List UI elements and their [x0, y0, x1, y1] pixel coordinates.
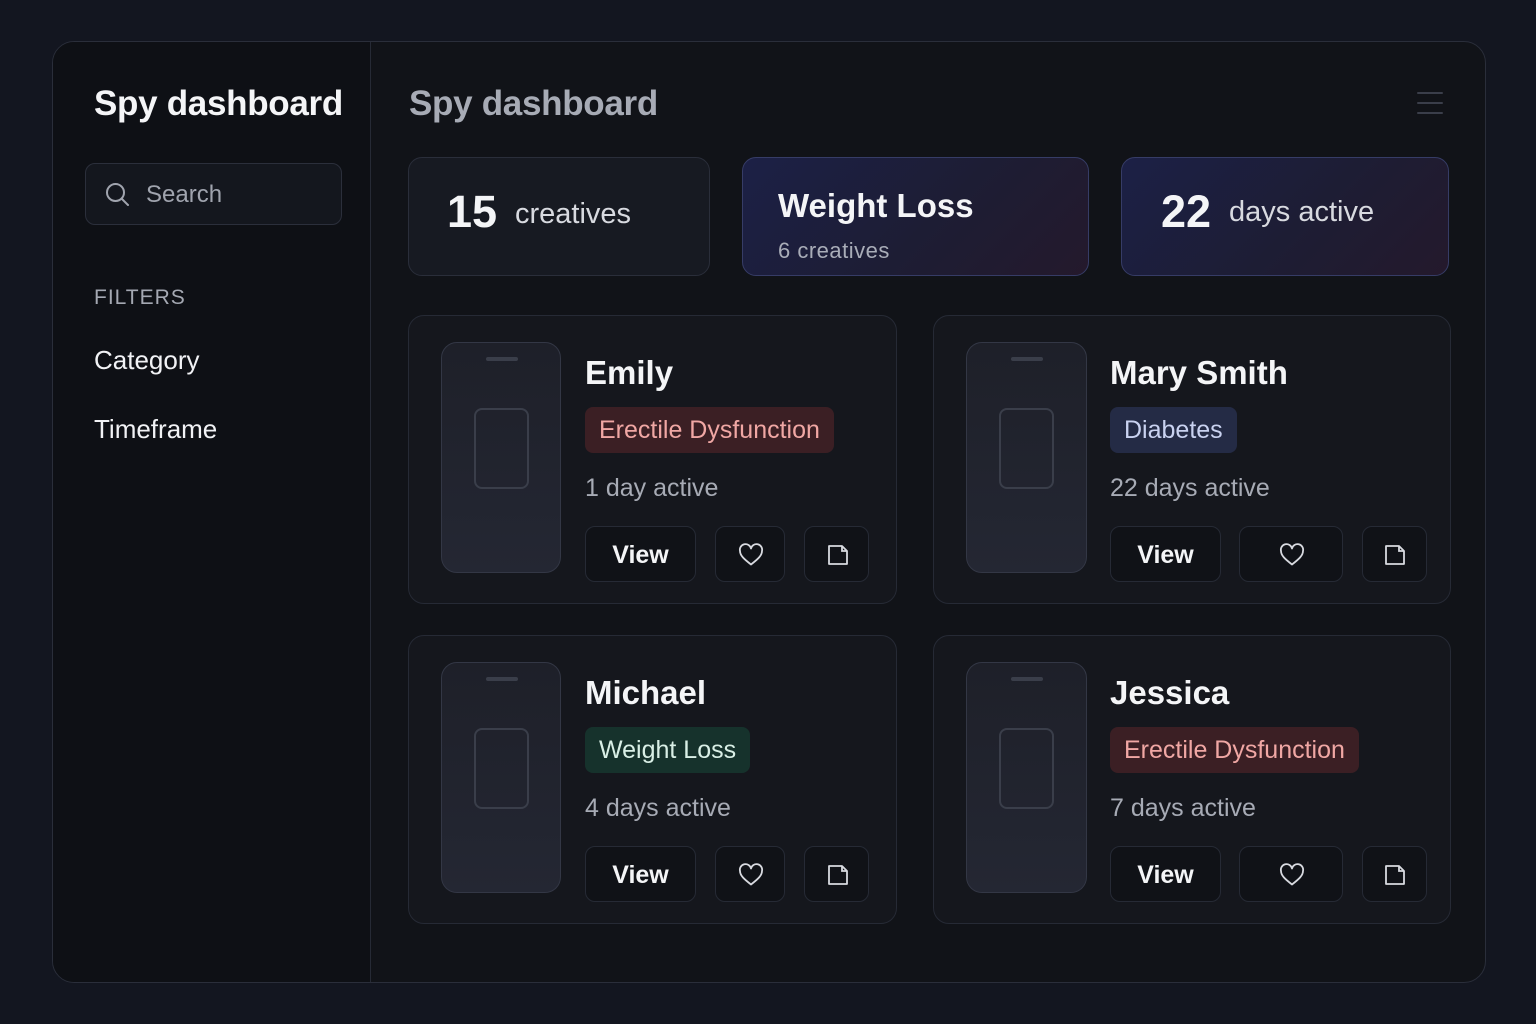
phone-preview[interactable]	[966, 662, 1087, 893]
view-button-label: View	[612, 541, 669, 569]
stat-creatives: 15 creatives	[408, 157, 710, 276]
days-active: 7 days active	[1110, 794, 1256, 822]
creative-card: Jessica Erectile Dysfunction 7 days acti…	[933, 635, 1451, 924]
sidebar: Spy dashboard FILTERS Category Timeframe	[53, 42, 371, 982]
sidebar-title: Spy dashboard	[94, 84, 343, 123]
app-window: Spy dashboard FILTERS Category Timeframe…	[52, 41, 1486, 983]
like-button[interactable]	[715, 846, 785, 902]
creative-card: Michael Weight Loss 4 days active View	[408, 635, 897, 924]
page-title: Spy dashboard	[409, 84, 658, 123]
phone-preview[interactable]	[441, 342, 561, 573]
view-button-label: View	[1137, 541, 1194, 569]
heart-icon	[1280, 863, 1304, 886]
save-button[interactable]	[1362, 526, 1427, 582]
view-button[interactable]: View	[585, 526, 696, 582]
stat-top-category[interactable]: Weight Loss 6 creatives	[742, 157, 1089, 276]
phone-preview[interactable]	[441, 662, 561, 893]
hamburger-menu-icon[interactable]	[1417, 88, 1447, 114]
filter-timeframe[interactable]: Timeframe	[94, 414, 217, 445]
stat-days-value: 22	[1161, 186, 1212, 237]
days-active: 22 days active	[1110, 474, 1270, 502]
filter-category[interactable]: Category	[94, 345, 200, 376]
creative-name: Emily	[585, 354, 674, 391]
filters-heading: FILTERS	[94, 286, 186, 309]
stat-days-active: 22 days active	[1121, 157, 1449, 276]
category-tag: Weight Loss	[585, 727, 751, 773]
save-button[interactable]	[804, 526, 869, 582]
creative-card: Mary Smith Diabetes 22 days active View	[933, 315, 1451, 604]
creative-name: Michael	[585, 674, 707, 711]
heart-icon	[739, 543, 763, 566]
search-icon	[106, 183, 129, 206]
category-tag: Erectile Dysfunction	[1110, 727, 1359, 773]
stat-creatives-value: 15	[447, 186, 498, 237]
main-content: Spy dashboard 15 creatives Weight Loss 6…	[371, 42, 1485, 982]
category-tag: Diabetes	[1110, 407, 1237, 453]
view-button[interactable]: View	[585, 846, 696, 902]
search-input[interactable]	[146, 180, 326, 210]
save-button[interactable]	[804, 846, 869, 902]
save-icon	[1385, 865, 1405, 885]
creative-card: Emily Erectile Dysfunction 1 day active …	[408, 315, 897, 604]
stat-category-sub: 6 creatives	[778, 238, 890, 263]
stat-category-title: Weight Loss	[778, 187, 974, 224]
like-button[interactable]	[1239, 846, 1343, 902]
view-button-label: View	[1137, 861, 1194, 889]
save-icon	[828, 865, 848, 885]
stat-creatives-label: creatives	[515, 198, 632, 230]
save-icon	[1385, 545, 1405, 565]
creative-name: Mary Smith	[1110, 354, 1288, 391]
like-button[interactable]	[1239, 526, 1343, 582]
view-button-label: View	[612, 861, 669, 889]
creative-name: Jessica	[1110, 674, 1230, 711]
days-active: 1 day active	[585, 474, 719, 502]
search-box[interactable]	[85, 163, 342, 225]
phone-preview[interactable]	[966, 342, 1087, 573]
view-button[interactable]: View	[1110, 846, 1221, 902]
stat-days-label: days active	[1229, 196, 1375, 228]
days-active: 4 days active	[585, 794, 731, 822]
view-button[interactable]: View	[1110, 526, 1221, 582]
heart-icon	[1280, 543, 1304, 566]
save-button[interactable]	[1362, 846, 1427, 902]
like-button[interactable]	[715, 526, 785, 582]
category-tag: Erectile Dysfunction	[585, 407, 834, 453]
heart-icon	[739, 863, 763, 886]
save-icon	[828, 545, 848, 565]
